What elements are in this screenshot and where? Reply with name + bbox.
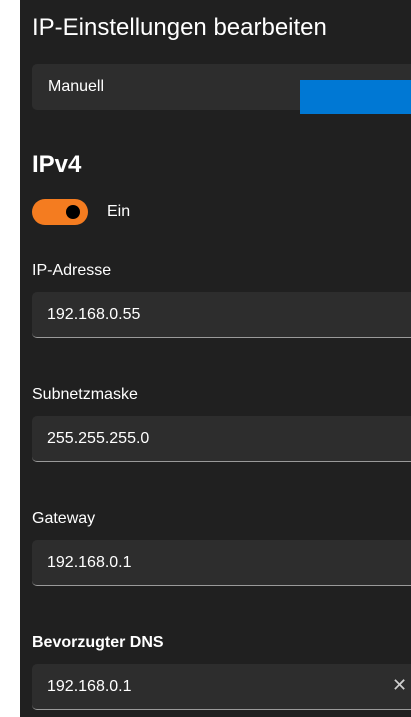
focus-accent-bar [300, 80, 411, 114]
gateway-label: Gateway [32, 510, 96, 527]
subnet-mask-field[interactable]: 255.255.255.0 [32, 416, 411, 462]
gateway-value: 192.168.0.1 [47, 554, 132, 571]
dialog-title: IP-Einstellungen bearbeiten [32, 14, 327, 41]
preferred-dns-label: Bevorzugter DNS [32, 634, 164, 651]
clear-icon[interactable]: ✕ [392, 675, 407, 696]
ipv4-toggle-label: Ein [107, 203, 131, 220]
ip-address-value: 192.168.0.55 [47, 306, 141, 323]
ip-address-field[interactable]: 192.168.0.55 [32, 292, 411, 338]
preferred-dns-value: 192.168.0.1 [47, 678, 132, 695]
subnet-mask-value: 255.255.255.0 [47, 430, 150, 447]
ipv4-heading: IPv4 [32, 151, 82, 178]
ipv4-toggle[interactable] [32, 199, 88, 225]
ip-address-label: IP-Adresse [32, 262, 112, 279]
gateway-field[interactable]: 192.168.0.1 [32, 540, 411, 586]
ip-settings-dialog: IP-Einstellungen bearbeiten Manuell IPv4… [20, 0, 411, 717]
toggle-knob [66, 205, 80, 219]
preferred-dns-field[interactable]: 192.168.0.1 ✕ [32, 664, 411, 710]
ip-mode-value: Manuell [48, 78, 105, 95]
subnet-mask-label: Subnetzmaske [32, 386, 138, 403]
